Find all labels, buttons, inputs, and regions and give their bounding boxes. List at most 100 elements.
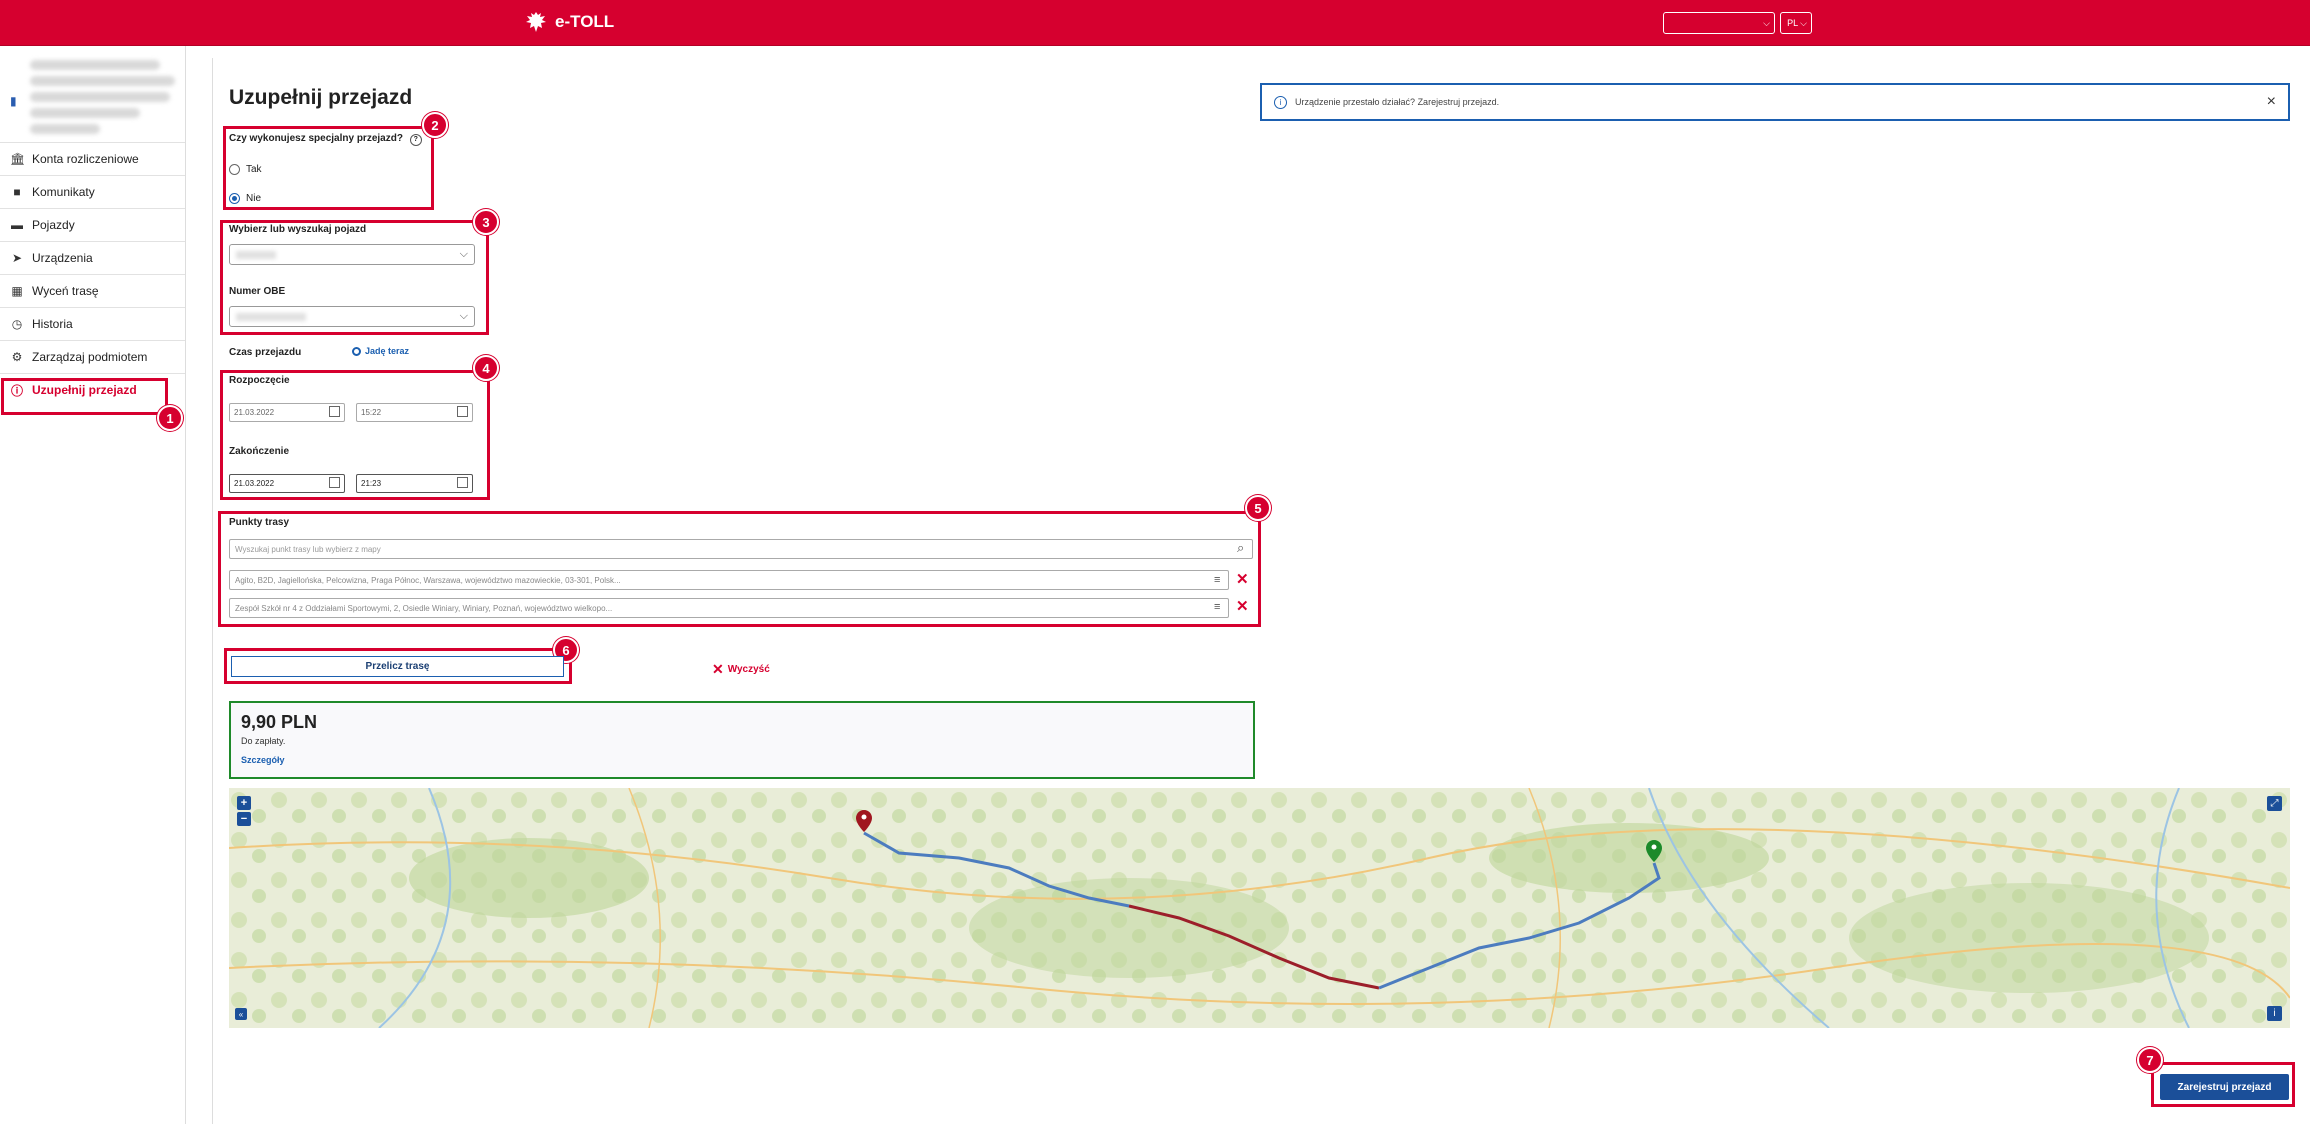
close-icon[interactable]: × (2267, 93, 2276, 111)
sidebar: ▮ 🏛 Konta rozliczeniowe ■ Komunikaty ▬ P… (0, 46, 186, 1124)
language-code: PL (1787, 18, 1799, 28)
obe-select[interactable]: ⌵ (229, 306, 475, 327)
radio-option-tak[interactable]: Tak (229, 164, 262, 175)
top-bar: e-TOLL ⌵ PL ⌵ (0, 0, 2310, 46)
radio-label: Nie (246, 193, 262, 204)
vehicle-label: Wybierz lub wyszukaj pojazd (229, 224, 367, 235)
sidebar-item-label: Historia (32, 317, 73, 331)
radio-button[interactable] (229, 164, 240, 175)
clock-icon[interactable] (457, 406, 468, 417)
map-scale-toggle[interactable]: « (235, 1008, 247, 1020)
vehicle-select[interactable]: ⌵ (229, 244, 475, 265)
trip-time-label: Czas przejazdu (229, 347, 302, 358)
sidebar-item-label: Pojazdy (32, 218, 75, 232)
sidebar-item-pojazdy[interactable]: ▬ Pojazdy (0, 208, 185, 241)
start-date-field[interactable]: 21.03.2022 (229, 403, 345, 422)
clear-button[interactable]: ✕ Wyczyść (712, 661, 770, 678)
end-time-value: 21:23 (361, 479, 382, 488)
price-summary: 9,90 PLN Do zapłaty. Szczegóły (229, 701, 1255, 779)
annotation-badge-4: 4 (473, 355, 499, 381)
calendar-icon[interactable] (329, 406, 340, 417)
route-point-field[interactable]: Agito, B2D, Jagiellońska, Pelcowizna, Pr… (229, 570, 1229, 590)
radio-button[interactable] (352, 346, 361, 356)
start-time-value: 15:22 (361, 408, 382, 417)
radio-label: Tak (246, 164, 262, 175)
sidebar-item-label: Komunikaty (32, 185, 95, 199)
route-map[interactable]: + − ⤢ « i (229, 788, 2290, 1028)
ride-now-label: Jadę teraz (365, 346, 410, 356)
obe-value-redacted (236, 313, 306, 321)
account-line-redacted (30, 92, 170, 102)
chevron-down-icon: ⌵ (459, 310, 468, 322)
details-link[interactable]: Szczegóły (241, 755, 285, 765)
end-date-field[interactable]: 21.03.2022 (229, 474, 345, 493)
gear-icon: ⚙ (11, 350, 23, 364)
annotation-badge-2: 2 (422, 112, 448, 138)
sidebar-item-zarzadzaj[interactable]: ⚙ Zarządzaj podmiotem (0, 340, 185, 373)
building-icon: ▮ (10, 94, 17, 108)
route-point-field[interactable]: Zespół Szkół nr 4 z Oddziałami Sportowym… (229, 598, 1229, 618)
annotation-badge-5: 5 (1245, 495, 1271, 521)
language-select[interactable]: PL ⌵ (1780, 12, 1812, 34)
chevron-down-icon: ⌵ (1800, 17, 1807, 28)
sidebar-item-label: Konta rozliczeniowe (32, 152, 139, 166)
account-line-redacted (30, 108, 140, 118)
route-search-input[interactable]: Wyszukaj punkt trasy lub wybierz z mapy (229, 539, 1253, 559)
drag-handle-icon[interactable]: ≡ (1214, 574, 1220, 586)
chevron-down-icon: ⌵ (1763, 17, 1770, 28)
page-title: Uzupełnij przejazd (229, 86, 413, 109)
remove-point-icon[interactable]: ✕ (1236, 570, 1249, 588)
account-select[interactable]: ⌵ (1663, 12, 1775, 34)
map-canvas[interactable] (229, 788, 2290, 1028)
sidebar-item-konta[interactable]: 🏛 Konta rozliczeniowe (0, 142, 185, 175)
eagle-emblem-icon (526, 12, 546, 32)
route-points-label: Punkty trasy (229, 517, 290, 528)
zoom-in-button[interactable]: + (237, 796, 251, 810)
special-trip-question: Czy wykonujesz specjalny przejazd? ? (229, 133, 422, 146)
drag-handle-icon[interactable]: ≡ (1214, 601, 1220, 613)
fullscreen-icon[interactable]: ⤢ (2267, 796, 2282, 811)
sidebar-item-komunikaty[interactable]: ■ Komunikaty (0, 175, 185, 208)
clock-icon[interactable] (457, 477, 468, 488)
search-icon[interactable]: ⌕ (1237, 540, 1244, 556)
account-info: ▮ (6, 54, 178, 144)
remove-point-icon[interactable]: ✕ (1236, 597, 1249, 615)
info-icon[interactable]: i (2267, 1006, 2282, 1021)
price-note: Do zapłaty. (241, 736, 286, 746)
info-icon: i (1274, 95, 1287, 109)
close-icon: ✕ (712, 661, 724, 677)
calculator-icon: ▦ (11, 284, 23, 298)
bank-icon: 🏛 (10, 152, 26, 166)
sidebar-item-label: Wyceń trasę (32, 284, 99, 298)
recalculate-route-button[interactable]: Przelicz trasę (231, 656, 564, 677)
zoom-out-button[interactable]: − (237, 812, 251, 826)
calendar-icon[interactable] (329, 477, 340, 488)
annotation-box-1 (1, 378, 168, 415)
sidebar-item-urzadzenia[interactable]: ➤ Urządzenia (0, 241, 185, 274)
truck-icon: ▬ (11, 218, 23, 232)
etoll-logo[interactable]: e-TOLL (525, 10, 614, 34)
help-icon[interactable]: ? (409, 134, 422, 146)
info-banner-text: Urządzenie przestało działać? Zarejestru… (1295, 97, 1500, 107)
sidebar-item-historia[interactable]: ◷ Historia (0, 307, 185, 340)
sidebar-nav: 🏛 Konta rozliczeniowe ■ Komunikaty ▬ Poj… (0, 142, 185, 406)
annotation-badge-7: 7 (2137, 1047, 2163, 1073)
ride-now-option[interactable]: Jadę teraz (352, 346, 409, 356)
end-time-field[interactable]: 21:23 (356, 474, 473, 493)
annotation-badge-1: 1 (157, 405, 183, 431)
radio-option-nie[interactable]: Nie (229, 193, 261, 204)
app-name: e-TOLL (555, 12, 615, 31)
start-date-value: 21.03.2022 (234, 408, 275, 417)
radio-button-selected[interactable] (229, 193, 240, 204)
register-trip-button[interactable]: Zarejestruj przejazd (2160, 1074, 2289, 1100)
end-date-value: 21.03.2022 (234, 479, 275, 488)
message-icon: ■ (13, 185, 21, 199)
account-line-redacted (30, 76, 175, 86)
start-time-field[interactable]: 15:22 (356, 403, 473, 422)
special-trip-question-text: Czy wykonujesz specjalny przejazd? (229, 133, 403, 144)
navigation-icon: ➤ (11, 251, 23, 265)
chevron-down-icon: ⌵ (459, 248, 468, 260)
sidebar-item-wycen-trase[interactable]: ▦ Wyceń trasę (0, 274, 185, 307)
end-label: Zakończenie (229, 446, 290, 457)
annotation-badge-3: 3 (473, 209, 499, 235)
